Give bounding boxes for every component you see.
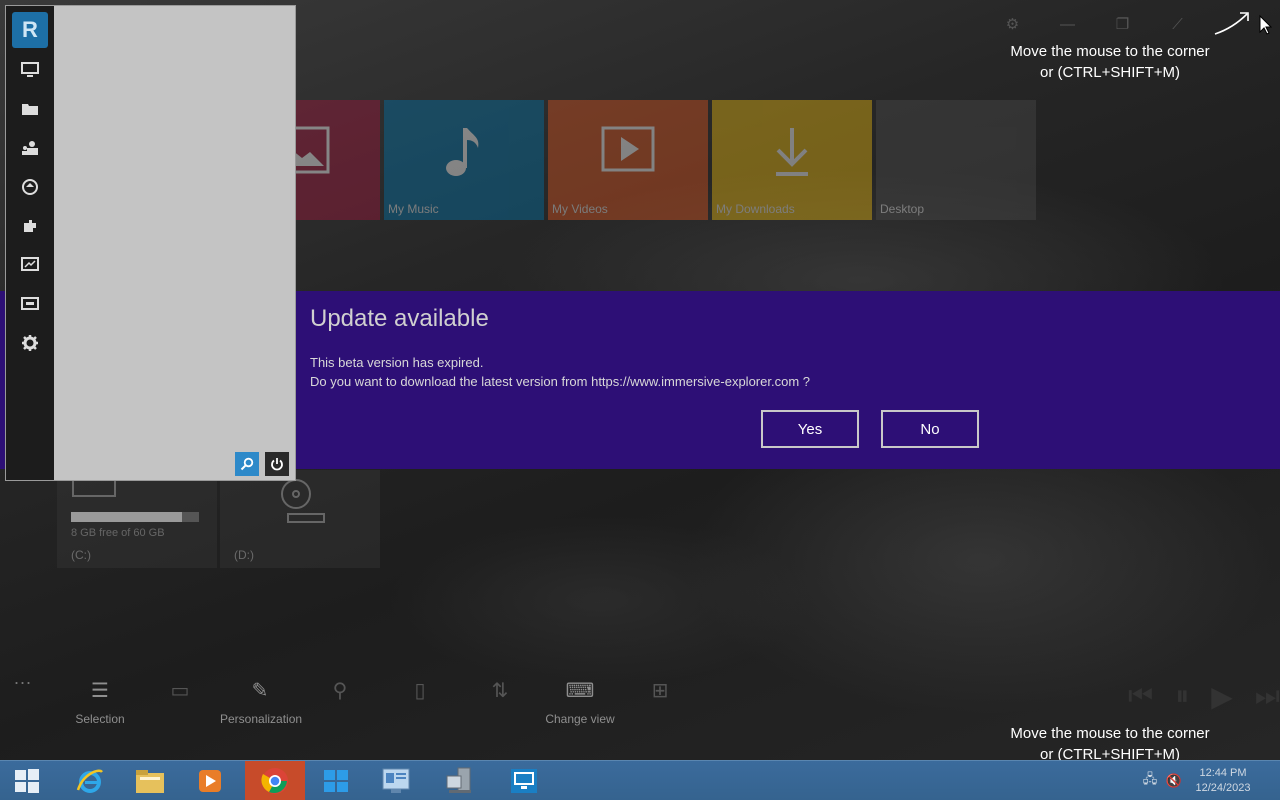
media-player-icon[interactable]	[180, 761, 240, 800]
side-menu-rail: R	[6, 6, 54, 480]
optical-drive-icon	[281, 479, 325, 523]
gear-icon[interactable]: ⚙	[985, 12, 1040, 36]
start-icon	[15, 769, 39, 793]
personalization-button[interactable]: ✎ Personalization	[220, 678, 302, 726]
resize-icon[interactable]: ⟋	[1150, 12, 1205, 36]
selection-button[interactable]: ☰ Selection	[60, 678, 140, 726]
power-button[interactable]	[265, 452, 289, 476]
tile-my-downloads[interactable]: My Downloads	[712, 100, 872, 220]
sort-icon: ⇅	[491, 680, 509, 702]
plugins-icon[interactable]	[20, 216, 40, 236]
file-explorer-icon[interactable]	[120, 761, 180, 800]
music-note-icon	[384, 126, 544, 183]
search-button[interactable]	[235, 452, 259, 476]
drive-usage-bar	[71, 512, 199, 522]
tool-icon: ⚲	[332, 680, 348, 702]
more-options-icon[interactable]: ...	[14, 668, 32, 689]
personalization-icon: ✎	[251, 680, 269, 702]
folder-icon[interactable]	[20, 99, 40, 119]
play-icon	[548, 126, 708, 177]
tile-desktop[interactable]: Desktop	[876, 100, 1036, 220]
tile-label: Desktop	[880, 202, 925, 216]
tile-label: My Videos	[552, 202, 608, 216]
settings-icon[interactable]	[20, 333, 40, 353]
drive-letter: (D:)	[234, 548, 254, 562]
server-manager-icon[interactable]	[430, 761, 490, 800]
selection-list-icon: ☰	[91, 680, 109, 702]
drive-free-text: 8 GB free of 60 GB	[71, 527, 165, 539]
no-button[interactable]: No	[881, 410, 979, 448]
clock-time: 12:44 PM	[1199, 767, 1247, 779]
appbar-button-5[interactable]: ▯	[380, 678, 460, 726]
corner-hint-top: Move the mouse to the corner or (CTRL+SH…	[1010, 43, 1210, 81]
control-panel-icon[interactable]	[366, 761, 426, 800]
media-controls: ⏮ ⏸ ▶ ⏭	[1128, 680, 1280, 713]
display-icon[interactable]	[20, 294, 40, 314]
minimize-icon[interactable]: —	[1040, 12, 1095, 36]
layout-icon: ⊞	[651, 680, 669, 702]
drive-letter: (C:)	[71, 548, 91, 562]
pause-icon[interactable]: ⏸	[1175, 680, 1189, 713]
tile-label: My Music	[388, 202, 439, 216]
mouse-pointer-icon	[1259, 14, 1273, 35]
drive-d[interactable]: (D:)	[220, 470, 380, 568]
power-icon	[271, 458, 283, 471]
system-tray: 🖧 🔇 12:44 PM 12/24/2023	[1138, 761, 1280, 800]
window-controls: ⚙ — ❐ ⟋	[985, 12, 1260, 36]
users-icon[interactable]	[20, 138, 40, 158]
side-menu-panel: R	[5, 5, 296, 481]
change-view-button[interactable]: ⌨ Change view	[540, 678, 620, 726]
restore-icon[interactable]: ❐	[1095, 12, 1150, 36]
taskbar: 🖧 🔇 12:44 PM 12/24/2023	[0, 760, 1280, 800]
chrome-icon[interactable]	[245, 761, 305, 800]
network-status-icon[interactable]: 🖧	[1138, 770, 1162, 792]
update-dialog-title: Update available	[310, 305, 489, 332]
previous-icon[interactable]: ⏮	[1128, 680, 1153, 713]
search-icon	[240, 457, 254, 471]
appbar-button-6[interactable]: ⇅	[460, 678, 540, 726]
computer-icon[interactable]	[20, 60, 40, 80]
clock-date: 12/24/2023	[1195, 782, 1251, 794]
play-media-icon[interactable]: ▶	[1211, 680, 1233, 713]
tile-label: My Downloads	[716, 202, 795, 216]
keyboard-view-icon: ⌨	[565, 680, 595, 702]
volume-muted-icon[interactable]: 🔇	[1162, 773, 1186, 789]
appbar-button-4[interactable]: ⚲	[300, 678, 380, 726]
start-button[interactable]	[0, 761, 54, 800]
windows-store-icon[interactable]	[306, 761, 366, 800]
yes-button[interactable]: Yes	[761, 410, 859, 448]
document-icon: ▯	[414, 680, 426, 702]
internet-explorer-icon[interactable]	[60, 761, 120, 800]
tile-my-videos[interactable]: My Videos	[548, 100, 708, 220]
appbar-button-2[interactable]: ▭	[140, 678, 220, 726]
update-dialog-message: This beta version has expired. Do you wa…	[310, 353, 810, 391]
app-bar: ☰ Selection ▭ ✎ Personalization ⚲ ▯ ⇅ ⌨ …	[60, 678, 700, 726]
network-icon[interactable]	[20, 177, 40, 197]
app-logo[interactable]: R	[12, 12, 48, 48]
placeholder-icon: ▭	[170, 680, 190, 702]
tile-my-music[interactable]: My Music	[384, 100, 544, 220]
next-icon[interactable]: ⏭	[1255, 680, 1280, 713]
appbar-button-8[interactable]: ⊞	[620, 678, 700, 726]
monitor-chart-icon[interactable]	[20, 255, 40, 275]
side-menu-content	[54, 6, 295, 480]
download-icon	[712, 126, 872, 183]
corner-hint-bottom: Move the mouse to the corner or (CTRL+SH…	[1010, 725, 1210, 763]
drive-c[interactable]: 8 GB free of 60 GB (C:)	[57, 470, 217, 568]
update-message-line-1: This beta version has expired.	[310, 355, 484, 370]
clock[interactable]: 12:44 PM 12/24/2023	[1186, 766, 1260, 796]
update-message-line-2: Do you want to download the latest versi…	[310, 374, 810, 389]
remote-desktop-icon[interactable]	[494, 761, 554, 800]
